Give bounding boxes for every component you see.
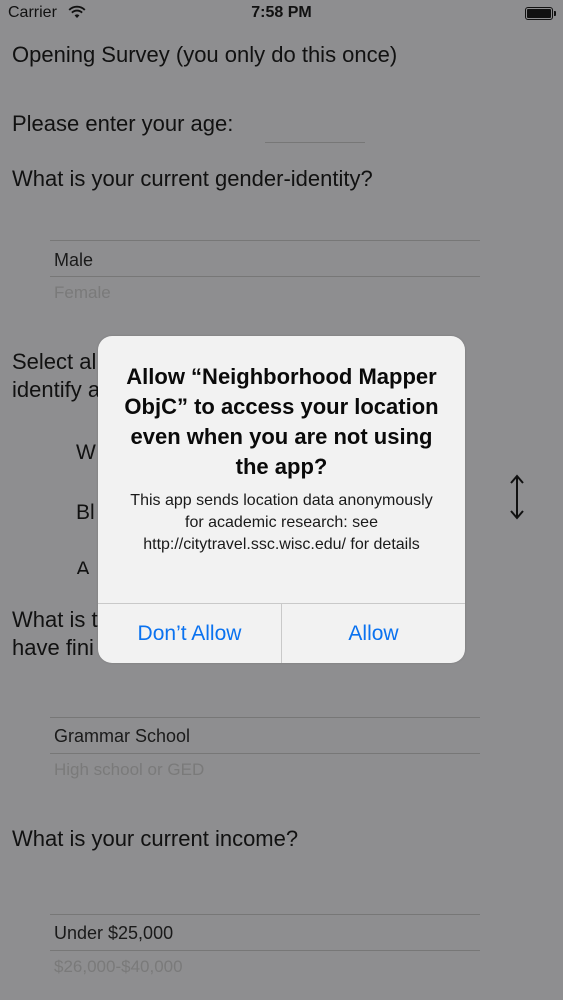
gender-picker-selection-divider <box>50 276 480 277</box>
alert-message: This app sends location data anonymously… <box>130 492 433 553</box>
race-option-partial[interactable]: A <box>76 558 90 574</box>
allow-button[interactable]: Allow <box>281 604 465 663</box>
education-question-line1: What is t <box>12 607 98 632</box>
status-time: 7:58 PM <box>251 4 312 21</box>
income-option-26000-40000[interactable]: $26,000-$40,000 <box>54 957 183 977</box>
gender-option-male[interactable]: Male <box>54 250 93 271</box>
status-bar: Carrier 7:58 PM <box>0 0 563 28</box>
income-question: What is your current income? <box>12 826 299 851</box>
race-option-partial[interactable]: W <box>76 441 96 465</box>
resize-handle-icon[interactable] <box>507 473 527 521</box>
dont-allow-button[interactable]: Don’t Allow <box>98 604 281 663</box>
education-picker-selection-divider <box>50 753 480 754</box>
battery-icon <box>525 7 556 20</box>
gender-option-female[interactable]: Female <box>54 283 111 303</box>
income-picker-top-divider <box>50 914 480 915</box>
location-permission-alert: Allow “Neighborhood Mapper ObjC” to acce… <box>98 336 465 663</box>
alert-button-row: Don’t Allow Allow <box>98 603 465 663</box>
income-picker-selection-divider <box>50 950 480 951</box>
age-label: Please enter your age: <box>12 111 234 136</box>
education-question-line2: have fini <box>12 635 94 660</box>
alert-title: Allow “Neighborhood Mapper ObjC” to acce… <box>124 364 439 479</box>
race-option-partial[interactable]: Bl <box>76 501 95 525</box>
education-option-grammar-school[interactable]: Grammar School <box>54 726 190 747</box>
race-question-line2: identify a <box>12 377 101 402</box>
gender-question: What is your current gender-identity? <box>12 166 373 191</box>
survey-title: Opening Survey (you only do this once) <box>12 42 398 67</box>
education-picker-top-divider <box>50 717 480 718</box>
gender-picker-top-divider <box>50 240 480 241</box>
education-option-high-school[interactable]: High school or GED <box>54 760 204 780</box>
age-input[interactable] <box>265 142 365 143</box>
race-question-line1: Select al <box>12 349 97 374</box>
survey-screen: Carrier 7:58 PM Opening Survey (you only… <box>0 0 563 1000</box>
income-option-under-25000[interactable]: Under $25,000 <box>54 923 173 944</box>
